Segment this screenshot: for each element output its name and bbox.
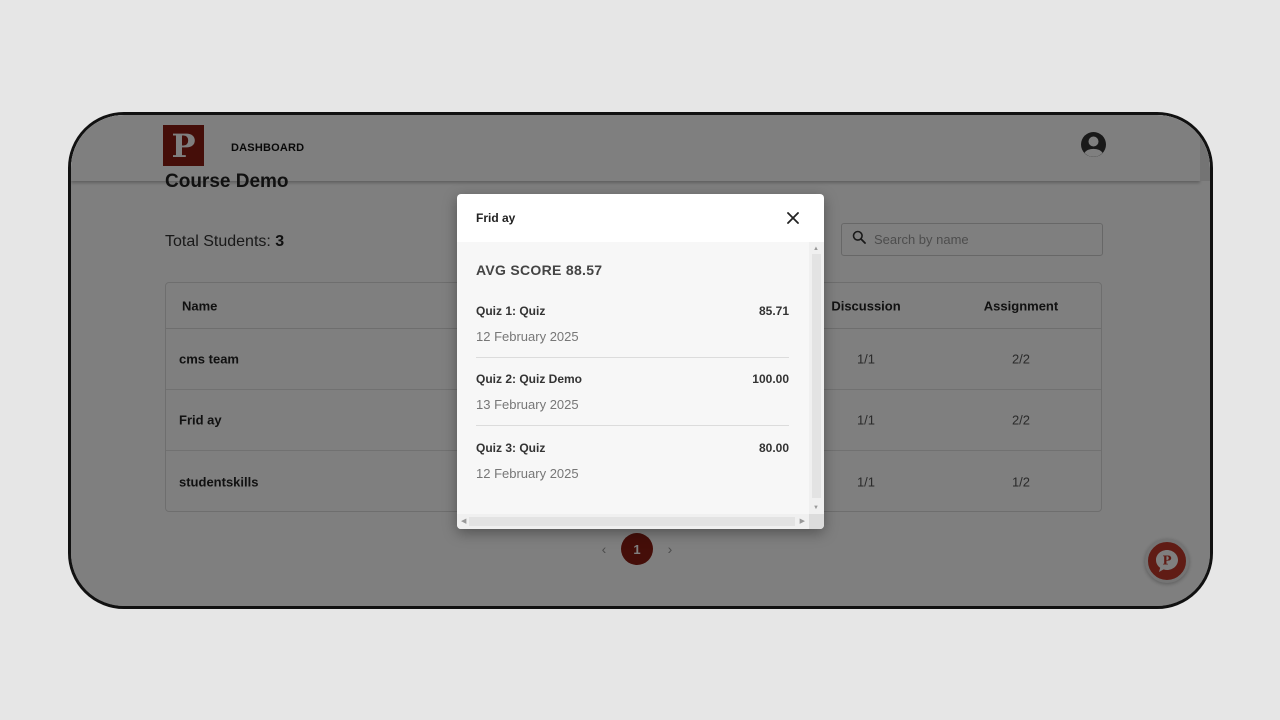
discussion-cell: 1/1 [856, 351, 876, 367]
assignment-cell: 2/2 [1011, 412, 1031, 428]
scroll-up-icon[interactable]: ▲ [813, 246, 819, 252]
search-box [841, 223, 1103, 256]
student-name[interactable]: Frid ay [179, 413, 222, 428]
next-page-button[interactable]: › [657, 541, 683, 557]
scroll-right-icon[interactable]: ▶ [800, 517, 805, 525]
chat-bubble-icon: P [1156, 550, 1178, 572]
nav-dashboard-link[interactable]: DASHBOARD [231, 142, 304, 154]
student-name[interactable]: cms team [179, 352, 239, 367]
discussion-cell: 1/1 [856, 412, 876, 428]
quiz-score: 80.00 [758, 441, 789, 455]
divider [476, 425, 789, 426]
quiz-item: Quiz 3: Quiz 80.00 12 February 2025 [476, 441, 789, 509]
quiz-score: 85.71 [758, 304, 789, 318]
quiz-item: Quiz 2: Quiz Demo 100.00 13 February 202… [476, 372, 789, 440]
user-avatar-icon[interactable] [1080, 131, 1107, 158]
student-score-modal: Frid ay AVG SCORE 88.57 Quiz 1: Quiz 85.… [457, 194, 824, 529]
svg-text:P: P [1162, 554, 1171, 568]
scrollbar-thumb[interactable] [469, 517, 795, 526]
scrollbar-corner [809, 514, 824, 529]
column-header-assignment[interactable]: Assignment [981, 298, 1061, 313]
assignment-cell: 2/2 [1011, 351, 1031, 367]
quiz-date: 12 February 2025 [476, 466, 579, 481]
column-header-discussion[interactable]: Discussion [831, 298, 901, 313]
page-1-button[interactable]: 1 [621, 533, 653, 565]
search-icon [852, 230, 866, 249]
scroll-left-icon[interactable]: ◀ [461, 517, 466, 525]
modal-horizontal-scrollbar[interactable]: ◀ ▶ [457, 514, 809, 529]
quiz-name: Quiz 3: Quiz [476, 441, 546, 455]
quiz-item: Quiz 1: Quiz 85.71 12 February 2025 [476, 304, 789, 372]
student-name[interactable]: studentskills [179, 474, 258, 489]
scroll-down-icon[interactable]: ▼ [813, 505, 819, 511]
total-students: Total Students: 3 [165, 233, 284, 251]
chat-support-button[interactable]: P [1145, 539, 1189, 583]
modal-title: Frid ay [476, 211, 516, 225]
course-title: Course Demo [165, 171, 289, 192]
quiz-name: Quiz 1: Quiz [476, 304, 546, 318]
modal-header: Frid ay [457, 194, 824, 242]
column-header-name[interactable]: Name [182, 298, 217, 313]
page-scrollbar[interactable] [1200, 115, 1210, 181]
prev-page-button[interactable]: ‹ [591, 541, 617, 557]
close-icon[interactable] [783, 208, 803, 228]
quiz-score: 100.00 [752, 372, 789, 386]
discussion-cell: 1/1 [856, 474, 876, 489]
modal-body: AVG SCORE 88.57 Quiz 1: Quiz 85.71 12 Fe… [457, 242, 809, 514]
scrollbar-thumb[interactable] [812, 254, 821, 498]
total-students-value: 3 [275, 233, 285, 250]
search-input[interactable] [874, 232, 1074, 247]
avg-score: AVG SCORE 88.57 [476, 262, 603, 278]
assignment-cell: 1/2 [1011, 474, 1031, 489]
divider [476, 357, 789, 358]
quiz-name: Quiz 2: Quiz Demo [476, 372, 583, 386]
quiz-date: 13 February 2025 [476, 397, 579, 412]
brand-logo[interactable]: P [163, 125, 204, 166]
pagination: ‹ 1 › [591, 533, 683, 565]
modal-vertical-scrollbar[interactable]: ▲ ▼ [809, 242, 824, 514]
total-students-label: Total Students: [165, 233, 271, 250]
quiz-date: 12 February 2025 [476, 329, 579, 344]
